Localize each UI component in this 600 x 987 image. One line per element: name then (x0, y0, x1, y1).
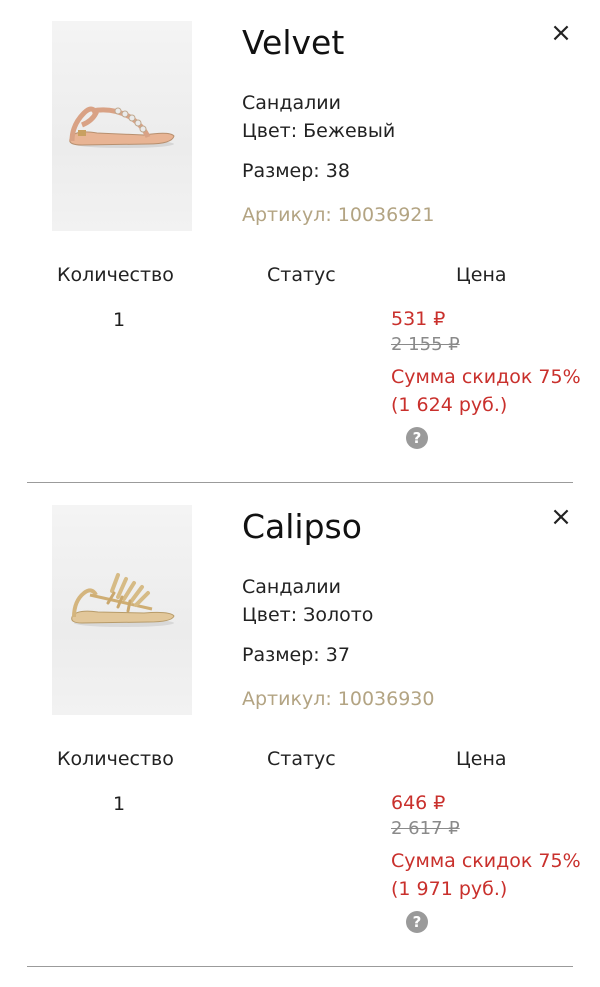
current-price: 531 ₽ (391, 308, 446, 330)
status-header: Статус (267, 748, 336, 770)
quantity-value: 1 (113, 793, 126, 815)
price-block: 646 ₽ 2 617 ₽ Сумма скидок 75% (1 971 ру… (391, 789, 581, 933)
price-block: 531 ₽ 2 155 ₽ Сумма скидок 75% (1 624 ру… (391, 305, 581, 449)
divider (27, 966, 573, 967)
product-title[interactable]: Calipso (242, 506, 362, 548)
price-header: Цена (456, 264, 507, 286)
discount-summary: Сумма скидок 75% (1 624 руб.) (391, 366, 581, 416)
divider (27, 482, 573, 483)
product-image[interactable] (52, 505, 192, 715)
product-size: Размер: 38 (242, 160, 350, 182)
discount-summary: Сумма скидок 75% (1 971 руб.) (391, 850, 581, 900)
product-color: Цвет: Золото (242, 604, 374, 626)
product-size: Размер: 37 (242, 644, 350, 666)
product-category: Сандалии (242, 92, 341, 114)
cart-item: × Calipso Сандалии Цвет: Золото Размер: … (0, 484, 600, 968)
current-price: 646 ₽ (391, 792, 446, 814)
beige-sandal-icon (69, 106, 175, 148)
product-sku: Артикул: 10036930 (242, 688, 435, 710)
remove-item-button[interactable]: × (546, 502, 576, 532)
product-title[interactable]: Velvet (242, 22, 344, 64)
quantity-header: Количество (57, 264, 174, 286)
cart-item: × Velvet Сандалии Цвет: Бежевый Размер: … (0, 0, 600, 484)
price-header: Цена (456, 748, 507, 770)
product-sku: Артикул: 10036921 (242, 204, 435, 226)
quantity-value: 1 (113, 309, 126, 331)
status-header: Статус (267, 264, 336, 286)
product-image[interactable] (52, 21, 192, 231)
product-category: Сандалии (242, 576, 341, 598)
remove-item-button[interactable]: × (546, 18, 576, 48)
product-color: Цвет: Бежевый (242, 120, 396, 142)
gold-sandal-icon (71, 573, 175, 627)
quantity-header: Количество (57, 748, 174, 770)
help-icon[interactable]: ? (406, 427, 428, 449)
help-icon[interactable]: ? (406, 911, 428, 933)
old-price: 2 617 ₽ (391, 818, 460, 839)
old-price: 2 155 ₽ (391, 334, 460, 355)
